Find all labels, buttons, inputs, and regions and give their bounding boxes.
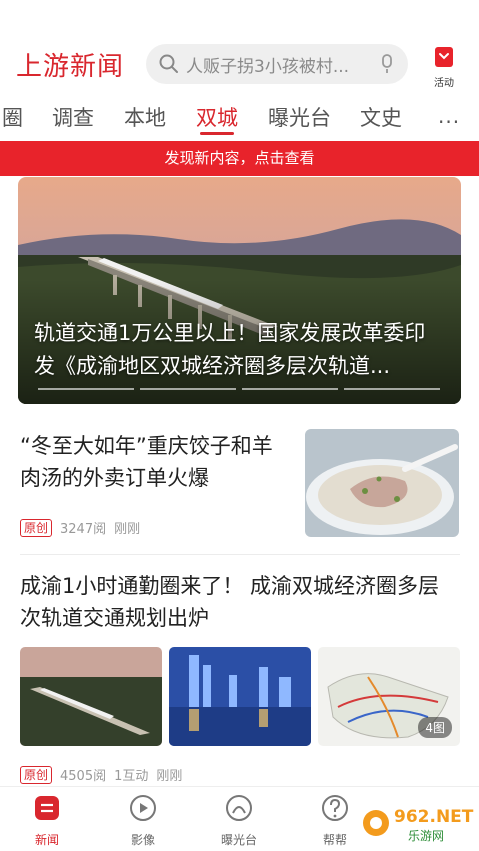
nav-news[interactable]: 新闻 (17, 793, 77, 848)
carousel-indicators (38, 388, 440, 390)
article-thumbnail (305, 429, 459, 537)
read-count: 4505阅 (60, 769, 107, 784)
hero-title: 轨道交通1万公里以上！国家发展改革委印发《成渝地区双城经济圈多层次轨道... (34, 321, 426, 378)
article-meta: 原创 3247阅 刚刚 (20, 518, 140, 537)
more-tabs-button[interactable]: ··· (438, 110, 460, 134)
activity-button[interactable]: 活动 (430, 44, 458, 89)
tab-local[interactable]: 本地 (124, 102, 166, 132)
tab-circle[interactable]: 圈 (2, 102, 23, 132)
article-card[interactable]: “冬至大如年”重庆饺子和羊肉汤的外卖订单火爆 原创 3247阅 刚刚 (0, 404, 479, 554)
site-watermark-logo: 962.NET 乐游网 (360, 802, 476, 844)
active-tab-indicator (200, 132, 234, 135)
app-logo[interactable]: 上游新闻 (16, 46, 124, 83)
article-image (169, 647, 311, 746)
exposure-icon (226, 795, 252, 821)
activity-label: 活动 (434, 78, 454, 89)
nav-label: 帮帮 (322, 833, 347, 847)
video-icon (130, 795, 156, 821)
microphone-icon[interactable] (378, 53, 396, 75)
nav-help[interactable]: 帮帮 (305, 793, 365, 848)
hero-card[interactable]: 轨道交通1万公里以上！国家发展改革委印发《成渝地区双城经济圈多层次轨道... (18, 177, 461, 404)
article-title: “冬至大如年”重庆饺子和羊肉汤的外卖订单火爆 (20, 434, 273, 490)
publish-time: 刚刚 (114, 522, 141, 537)
carousel-dot (242, 388, 338, 390)
nav-exposure[interactable]: 曝光台 (209, 793, 269, 848)
image-count-badge: 4图 (418, 717, 452, 738)
nav-label: 新闻 (34, 833, 59, 847)
article-image (20, 647, 162, 746)
help-icon (322, 795, 348, 821)
article-image-row[interactable]: 4图 (20, 647, 460, 746)
search-bar[interactable]: 人贩子拐3小孩被村... (146, 44, 408, 84)
carousel-dot (140, 388, 236, 390)
soup-image (305, 429, 459, 537)
original-badge: 原创 (20, 765, 53, 784)
city-night-image (169, 647, 311, 746)
svg-text:962.NET: 962.NET (394, 807, 474, 827)
tab-exposure[interactable]: 曝光台 (268, 102, 331, 132)
article-title[interactable]: 成渝1小时通勤圈来了！ 成渝双城经济圈多层次轨道交通规划出炉 (20, 570, 460, 634)
search-placeholder: 人贩子拐3小孩被村... (186, 56, 350, 77)
article-image: 4图 (318, 647, 460, 746)
svg-text:乐游网: 乐游网 (408, 829, 444, 843)
carousel-dot (344, 388, 440, 390)
new-content-banner[interactable]: 发现新内容，点击查看 (0, 141, 479, 176)
nav-label: 曝光台 (220, 833, 257, 847)
tab-culture-history[interactable]: 文史 (360, 102, 402, 132)
news-icon (35, 796, 59, 820)
tab-dual-city[interactable]: 双城 (196, 102, 238, 132)
railway-image (20, 647, 162, 746)
nav-video[interactable]: 影像 (113, 793, 173, 848)
article-meta: 原创 4505阅 1互动 刚刚 (20, 765, 182, 784)
nav-label: 影像 (130, 833, 155, 847)
carousel-dot (38, 388, 134, 390)
interaction-count: 1互动 (114, 769, 149, 784)
search-icon (159, 54, 178, 73)
read-count: 3247阅 (60, 522, 107, 537)
app-header: 上游新闻 人贩子拐3小孩被村... 活动 (0, 0, 479, 96)
channel-tabs: 圈 调查 本地 双城 曝光台 文史 ··· (0, 98, 479, 140)
tab-investigation[interactable]: 调查 (52, 102, 94, 132)
gift-bag-icon (435, 47, 453, 67)
original-badge: 原创 (20, 518, 53, 537)
publish-time: 刚刚 (156, 769, 183, 784)
article-divider (20, 554, 460, 555)
